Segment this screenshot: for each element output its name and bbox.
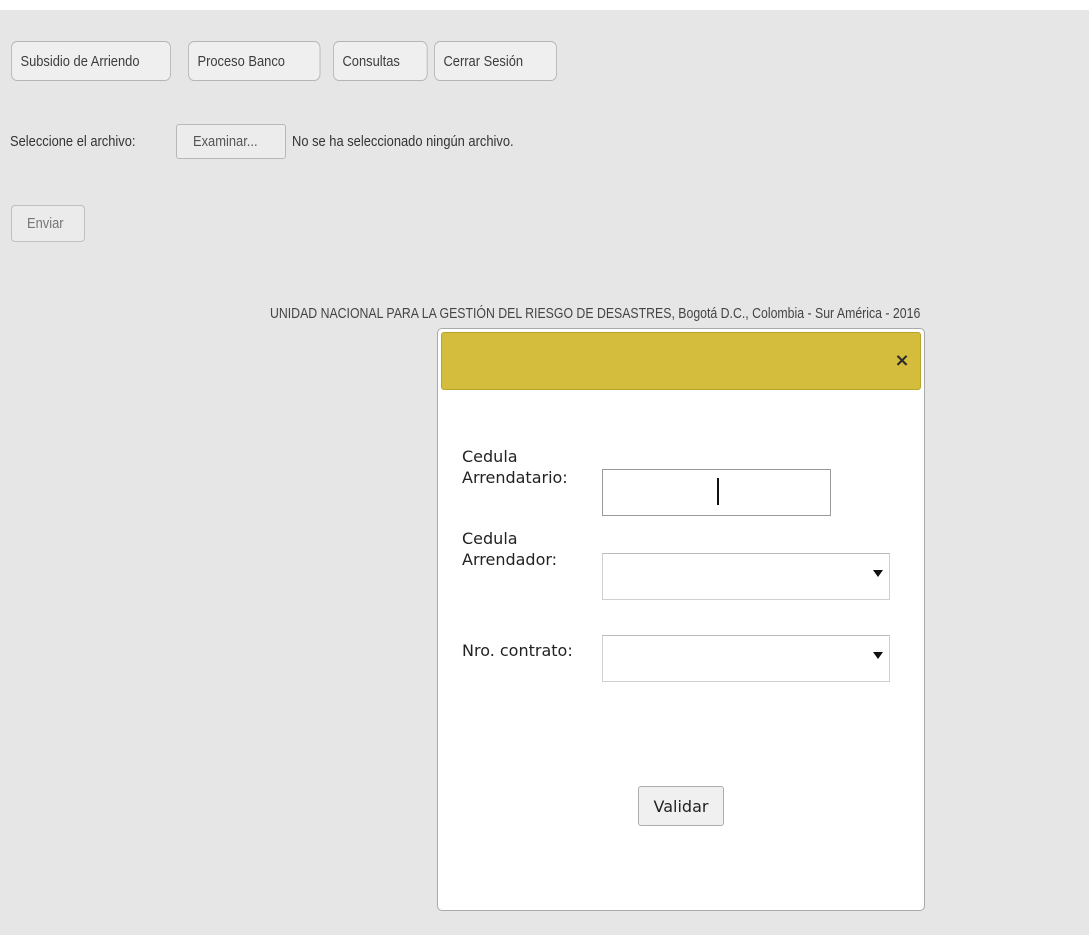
chevron-down-icon bbox=[873, 652, 883, 659]
nro-contrato-select[interactable] bbox=[602, 635, 890, 682]
nav-button-proceso-banco[interactable]: Proceso Banco bbox=[188, 41, 321, 81]
cedula-arrendatario-input[interactable] bbox=[602, 469, 831, 516]
browse-button[interactable]: Examinar... bbox=[176, 124, 286, 159]
nav-button-consultas[interactable]: Consultas bbox=[333, 41, 428, 81]
submit-button[interactable]: Enviar bbox=[11, 205, 85, 242]
file-upload-label: Seleccione el archivo: bbox=[10, 132, 136, 150]
text-cursor bbox=[717, 478, 719, 505]
dialog-header: × bbox=[441, 332, 921, 390]
cedula-arrendador-select[interactable] bbox=[602, 553, 890, 600]
file-status-text: No se ha seleccionado ningún archivo. bbox=[292, 133, 514, 150]
nro-contrato-label: Nro. contrato: bbox=[462, 641, 573, 660]
nav-button-cerrar-sesion[interactable]: Cerrar Sesión bbox=[434, 41, 557, 81]
chevron-down-icon bbox=[873, 570, 883, 577]
main-nav: Subsidio de Arriendo Proceso Banco Consu… bbox=[11, 41, 563, 81]
validation-dialog: × Cedula Arrendatario: Cedula Arrendador… bbox=[437, 328, 925, 911]
footer-text: UNIDAD NACIONAL PARA LA GESTIÓN DEL RIES… bbox=[270, 305, 921, 322]
close-icon[interactable]: × bbox=[893, 351, 911, 371]
cedula-arrendatario-label: Cedula Arrendatario: bbox=[462, 447, 568, 487]
nav-button-subsidio-arriendo[interactable]: Subsidio de Arriendo bbox=[11, 41, 171, 81]
cedula-arrendador-label: Cedula Arrendador: bbox=[462, 529, 558, 569]
validate-button[interactable]: Validar bbox=[638, 786, 724, 826]
